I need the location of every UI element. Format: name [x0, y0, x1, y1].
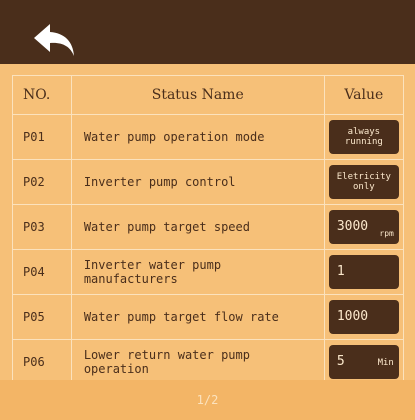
row-status-name: Inverter water pump manufacturers	[83, 258, 222, 286]
status-table: NO. Status Name Value P01 Water pump ope…	[12, 75, 405, 385]
page-indicator[interactable]: 1/2	[197, 393, 219, 407]
pagination-footer: 1/2	[0, 380, 415, 420]
row-no: P01	[12, 114, 72, 160]
table-row: P03 Water pump target speed 3000 rpm	[12, 204, 405, 250]
row-status-name: Lower return water pump operation	[83, 348, 250, 376]
table-row: P04 Inverter water pump manufacturers 1	[12, 249, 405, 295]
value-text: 1	[336, 264, 345, 279]
value-text: Eletricity only	[336, 172, 391, 192]
row-status-name: Water pump target flow rate	[83, 310, 279, 324]
value-field[interactable]: 3000 rpm	[328, 210, 399, 244]
table-row: P06 Lower return water pump operation 5 …	[12, 339, 405, 385]
row-status-name: Inverter pump control	[83, 175, 236, 189]
value-unit: Min	[377, 358, 394, 368]
value-text: always running	[344, 127, 383, 147]
column-header-value: Value	[323, 75, 405, 115]
value-text: 5	[336, 354, 345, 369]
back-arrow-icon	[34, 24, 74, 56]
table-row: P01 Water pump operation mode always run…	[12, 114, 405, 160]
value-field[interactable]: Eletricity only	[328, 165, 399, 199]
value-text: 1000	[336, 309, 369, 324]
value-field[interactable]: 5 Min	[328, 345, 399, 379]
table-header-row: NO. Status Name Value	[12, 75, 405, 115]
back-button[interactable]	[32, 22, 76, 58]
value-text: 3000	[336, 219, 369, 234]
value-field[interactable]: 1	[328, 255, 399, 289]
table-row: P05 Water pump target flow rate 1000	[12, 294, 405, 340]
table-row: P02 Inverter pump control Eletricity onl…	[12, 159, 405, 205]
row-status-name: Water pump target speed	[83, 220, 250, 234]
row-no: P06	[12, 339, 72, 385]
top-bar	[0, 0, 415, 64]
row-no: P05	[12, 294, 72, 340]
value-field[interactable]: always running	[328, 120, 399, 154]
column-header-no: NO.	[12, 75, 72, 115]
row-status-name: Water pump operation mode	[83, 130, 265, 144]
row-no: P02	[12, 159, 72, 205]
value-unit: rpm	[379, 229, 394, 238]
value-field[interactable]: 1000	[328, 300, 399, 334]
row-no: P04	[12, 249, 72, 295]
column-header-status-name: Status Name	[70, 75, 325, 115]
row-no: P03	[12, 204, 72, 250]
